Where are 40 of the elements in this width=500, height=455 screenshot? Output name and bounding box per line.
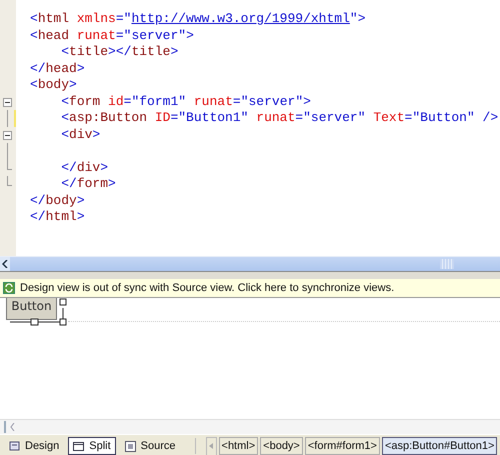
horizontal-scrollbar[interactable]: [0, 256, 500, 271]
breadcrumb[interactable]: <asp:Button#Button1>: [382, 437, 498, 455]
fold-end-marker: [7, 176, 12, 186]
fold-guide-line: [7, 143, 8, 160]
code-line: <asp:Button ID="Button1" runat="server" Text="Button" />: [61, 110, 498, 125]
chevron-left-icon: [2, 260, 8, 268]
chevron-left-icon: [10, 423, 14, 431]
scroll-thumb[interactable]: [440, 259, 454, 269]
chevron-left-icon: [209, 443, 214, 449]
design-button-control[interactable]: Button: [6, 298, 57, 320]
code-line: </div>: [61, 160, 108, 174]
code-line: </body>: [30, 192, 85, 208]
collapse-icon[interactable]: [3, 130, 12, 140]
sync-notification-bar[interactable]: Design view is out of sync with Source view. Click here to synchronize views.: [0, 279, 500, 298]
collapse-icon[interactable]: [3, 98, 12, 106]
code-line: <html xmlns="http://www.w3.org/1999/xhtml">: [30, 11, 366, 26]
view-tab[interactable]: Split: [68, 437, 116, 455]
refresh-icon: [3, 282, 15, 294]
code-line: <div>: [61, 126, 100, 142]
code-line: </head>: [30, 60, 85, 76]
code-line: </html>: [30, 209, 85, 224]
sync-message[interactable]: Design view is out of sync with Source view. Click here to synchronize views.: [20, 282, 394, 294]
view-tab[interactable]: Design: [4, 437, 64, 455]
split-view-icon: [73, 440, 84, 452]
scroll-left-button[interactable]: [0, 257, 10, 271]
breadcrumb[interactable]: <html>: [218, 437, 258, 455]
design-view-icon: [9, 440, 20, 452]
breadcrumb[interactable]: <body>: [260, 437, 303, 455]
code-line: <form id="form1" runat="server">: [61, 94, 311, 108]
code-line: </form>: [61, 176, 116, 191]
view-tab[interactable]: Source: [120, 437, 181, 455]
design-scrollbar[interactable]: [0, 419, 500, 434]
fold-guide-line: [7, 110, 8, 126]
breadcrumb-scroll-button[interactable]: [206, 436, 217, 455]
fold-end-marker: [7, 160, 12, 170]
source-view-icon: [124, 440, 136, 452]
code-line: <title></title>: [61, 44, 178, 59]
breadcrumb[interactable]: <form#form1>: [304, 437, 380, 455]
code-line: <head runat="server">: [30, 28, 194, 42]
code-line: <body>: [30, 77, 77, 92]
